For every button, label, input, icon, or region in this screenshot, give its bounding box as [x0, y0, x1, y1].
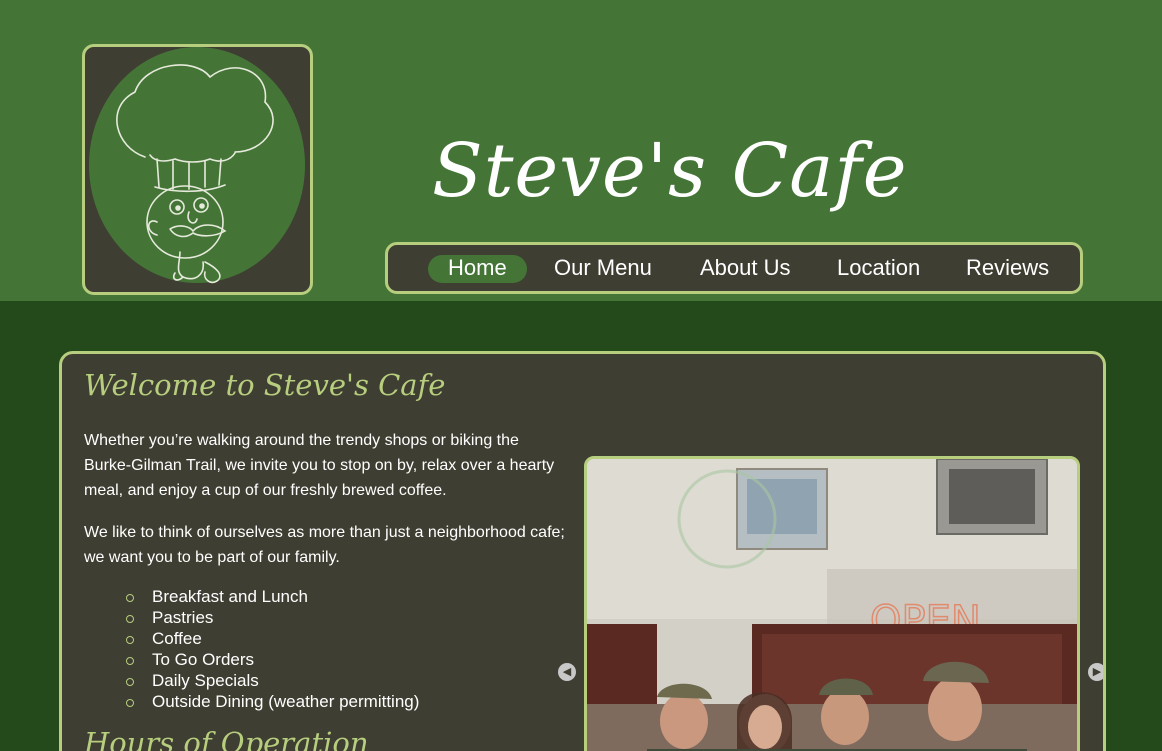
main-nav: Home Our Menu About Us Location Reviews [385, 242, 1083, 294]
list-item: Outside Dining (weather permitting) [124, 691, 419, 712]
chef-mascot-icon [89, 47, 305, 284]
welcome-panel: Welcome to Steve's Cafe Whether you’re w… [59, 351, 1106, 751]
family-paragraph: We like to think of ourselves as more th… [84, 524, 565, 566]
nav-item-home[interactable]: Home [428, 255, 527, 283]
logo[interactable] [82, 44, 313, 295]
welcome-heading: Welcome to Steve's Cafe [84, 368, 446, 402]
list-item: To Go Orders [124, 649, 419, 670]
hours-heading: Hours of Operation [84, 726, 369, 751]
site-title: Steve's Cafe [432, 128, 908, 214]
list-item: Pastries [124, 607, 419, 628]
list-item: Coffee [124, 628, 419, 649]
list-item: Daily Specials [124, 670, 419, 691]
chevron-left-icon[interactable]: ◀ [558, 663, 576, 681]
list-item: Breakfast and Lunch [124, 586, 419, 607]
features-list: Breakfast and Lunch Pastries Coffee To G… [124, 586, 419, 712]
nav-item-about-us[interactable]: About Us [680, 255, 811, 283]
site-header: Steve's Cafe Home Our Menu About Us Loca… [0, 0, 1162, 301]
cafe-photo: OPEN [587, 459, 1077, 751]
chevron-right-icon[interactable]: ▶ [1088, 663, 1103, 681]
nav-item-location[interactable]: Location [817, 255, 940, 283]
slideshow-image[interactable]: OPEN [584, 456, 1080, 751]
intro-paragraph: Whether you’re walking around the trendy… [84, 432, 555, 499]
nav-item-reviews[interactable]: Reviews [946, 255, 1069, 283]
nav-item-our-menu[interactable]: Our Menu [534, 255, 672, 283]
